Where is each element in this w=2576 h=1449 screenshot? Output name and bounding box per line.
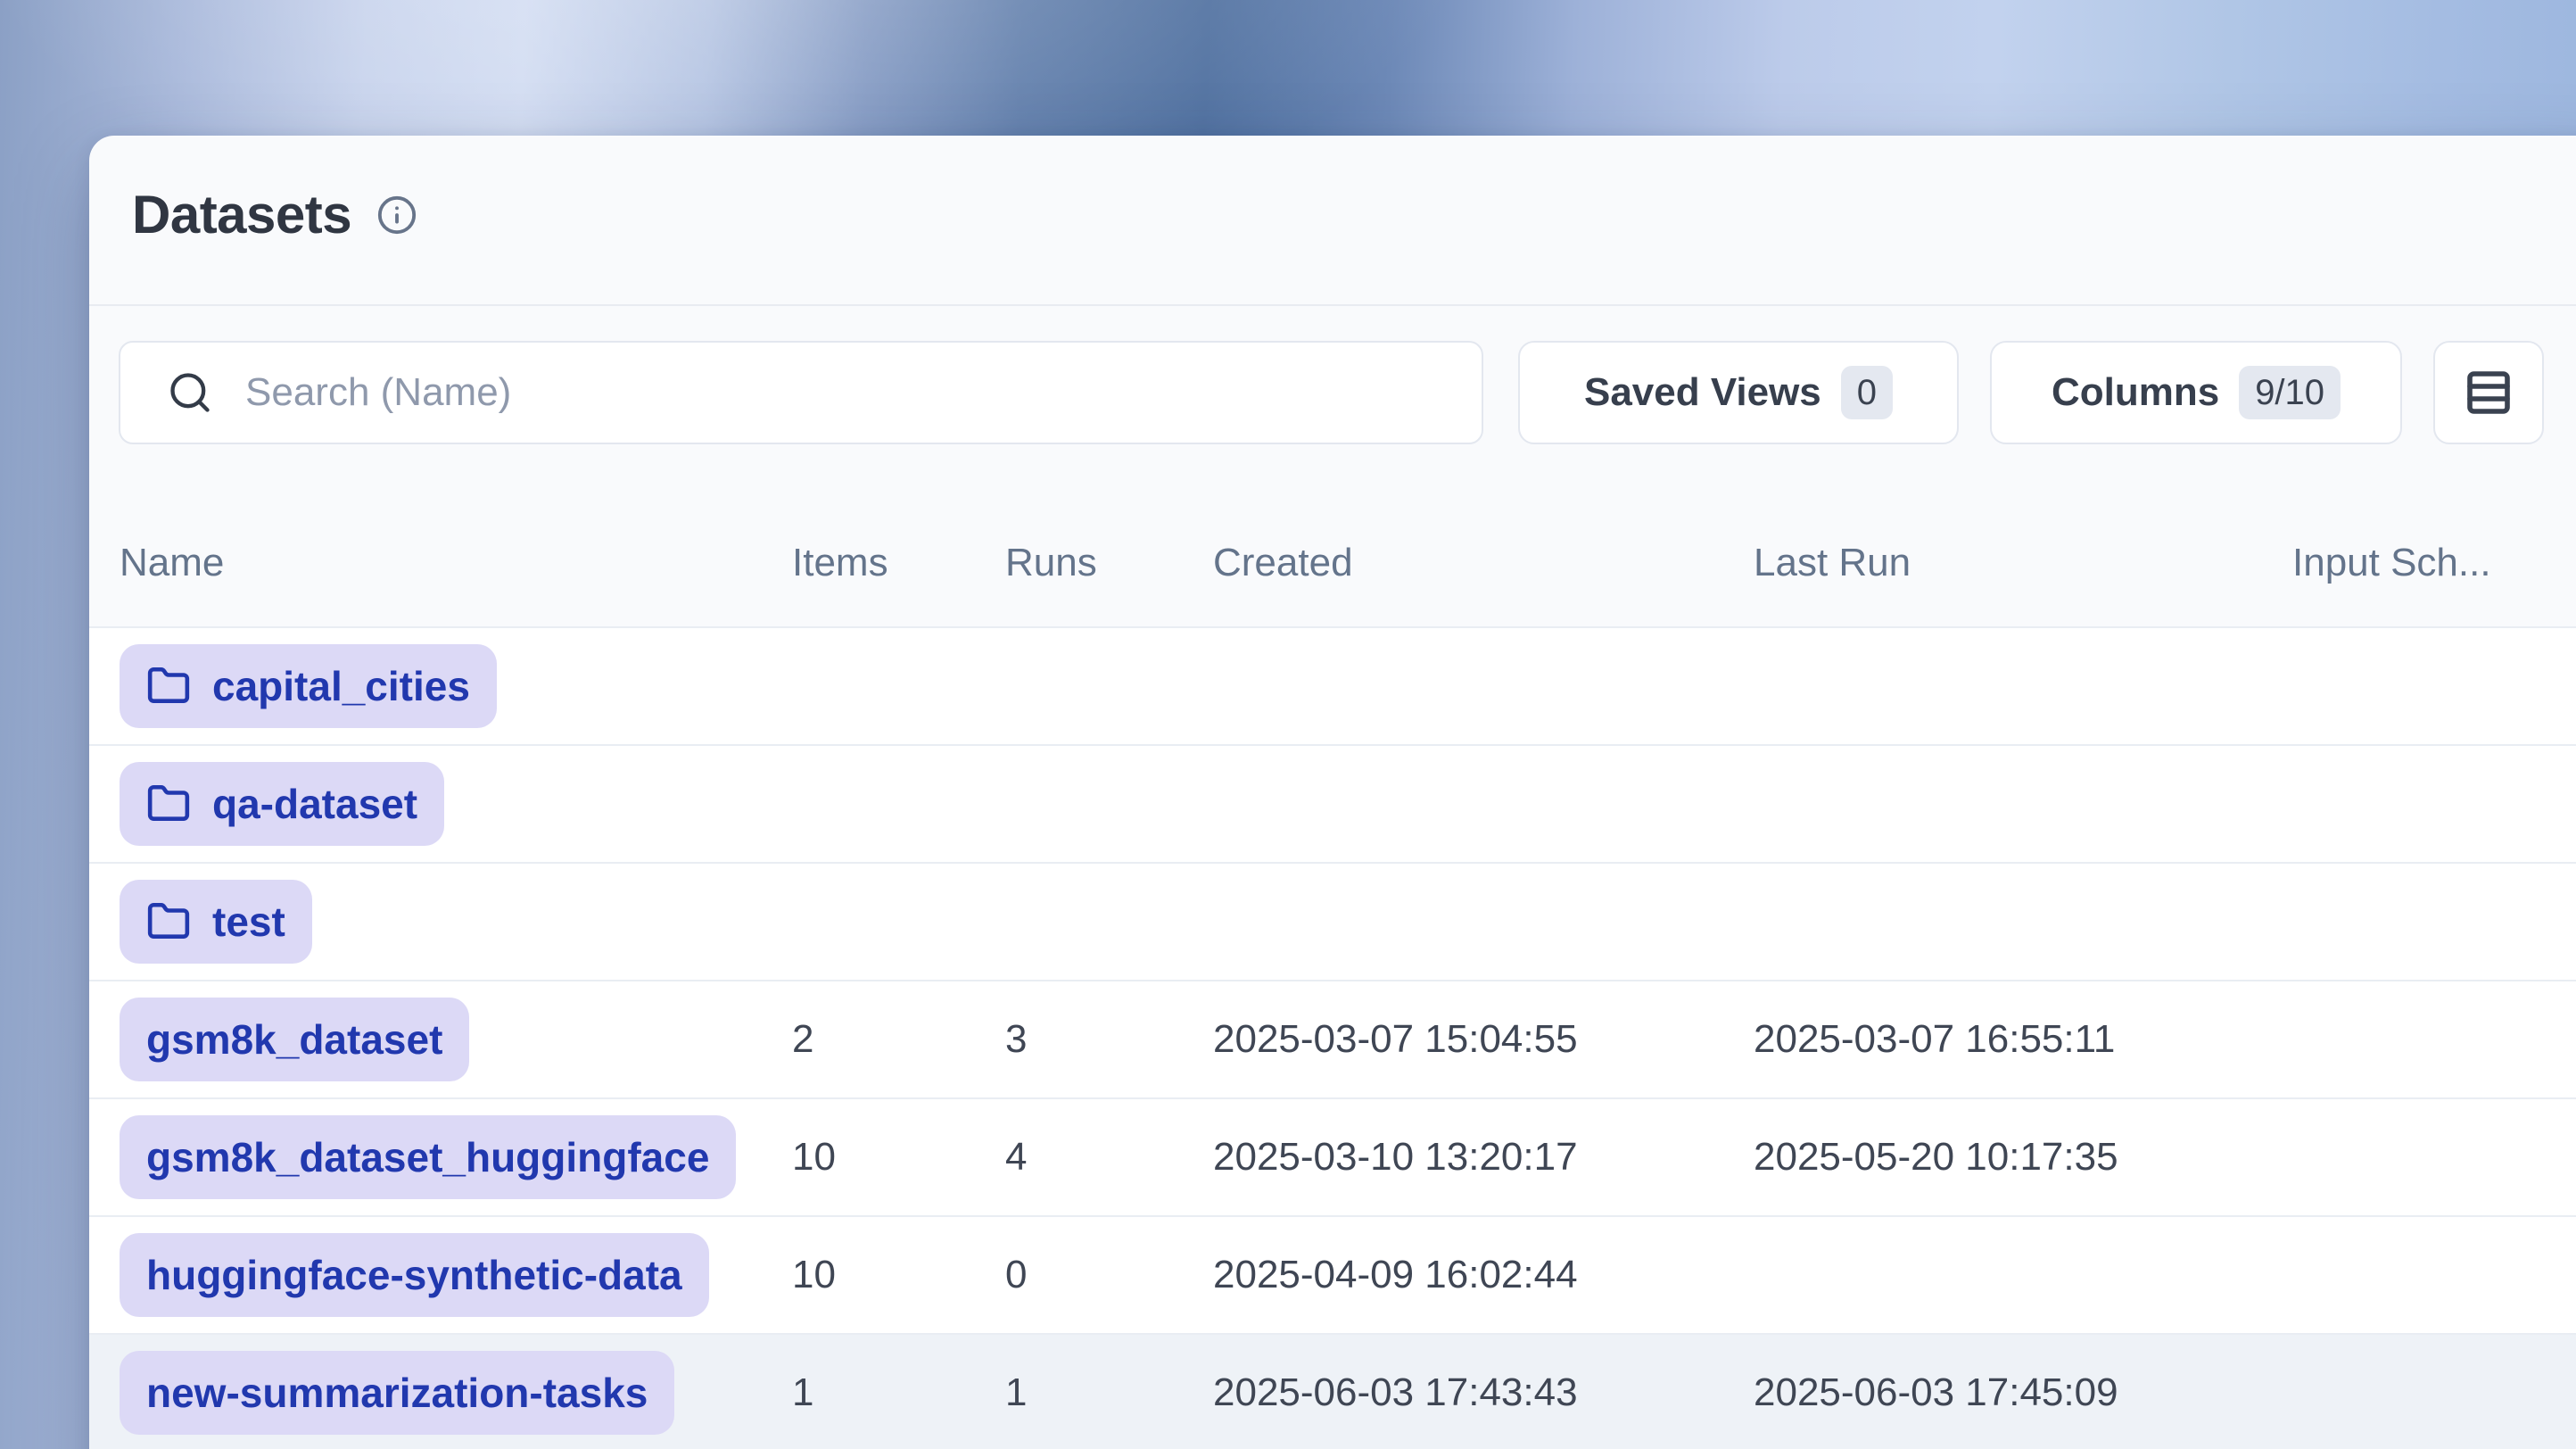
- column-header-items: Items: [792, 541, 1005, 585]
- name-cell: qa-dataset: [120, 762, 792, 846]
- column-header-created: Created: [1213, 541, 1754, 585]
- columns-label: Columns: [2052, 370, 2219, 415]
- items-cell: 10: [792, 1135, 1005, 1180]
- saved-views-label: Saved Views: [1584, 370, 1821, 415]
- folder-icon: [146, 664, 191, 708]
- header-divider: [89, 304, 2576, 306]
- dataset-name-badge[interactable]: gsm8k_dataset_huggingface: [120, 1115, 736, 1199]
- runs-cell: 3: [1005, 1017, 1213, 1062]
- name-cell: capital_cities: [120, 644, 792, 728]
- folder-icon: [146, 782, 191, 826]
- created-cell: 2025-04-09 16:02:44: [1213, 1253, 1754, 1297]
- table-row[interactable]: capital_cities: [89, 626, 2576, 744]
- items-cell: 10: [792, 1253, 1005, 1297]
- saved-views-button[interactable]: Saved Views 0: [1518, 341, 1959, 444]
- dataset-name-label: gsm8k_dataset: [146, 1015, 442, 1064]
- dataset-name-label: test: [212, 898, 285, 946]
- table-row[interactable]: gsm8k_dataset_huggingface 10 4 2025-03-1…: [89, 1097, 2576, 1215]
- name-cell: huggingface-synthetic-data: [120, 1233, 792, 1317]
- search-input[interactable]: [245, 370, 1446, 415]
- dataset-name-badge[interactable]: gsm8k_dataset: [120, 998, 469, 1081]
- created-cell: 2025-03-10 13:20:17: [1213, 1135, 1754, 1180]
- search-icon: [167, 369, 213, 416]
- column-header-runs: Runs: [1005, 541, 1213, 585]
- name-cell: gsm8k_dataset: [120, 998, 792, 1081]
- column-header-input-schema: Input Sch...: [2292, 541, 2576, 585]
- table-row[interactable]: huggingface-synthetic-data 10 0 2025-04-…: [89, 1215, 2576, 1333]
- column-header-last-run: Last Run: [1754, 541, 2292, 585]
- info-icon[interactable]: [376, 195, 417, 236]
- dataset-name-label: gsm8k_dataset_huggingface: [146, 1133, 709, 1181]
- name-cell: new-summarization-tasks: [120, 1351, 792, 1435]
- table-row[interactable]: qa-dataset: [89, 744, 2576, 862]
- created-cell: 2025-06-03 17:43:43: [1213, 1370, 1754, 1415]
- runs-cell: 1: [1005, 1370, 1213, 1415]
- runs-cell: 4: [1005, 1135, 1213, 1180]
- table-row[interactable]: gsm8k_dataset 2 3 2025-03-07 15:04:55 20…: [89, 980, 2576, 1097]
- created-cell: 2025-03-07 15:04:55: [1213, 1017, 1754, 1062]
- datasets-table: Name Items Runs Created Last Run Input S…: [89, 500, 2576, 1449]
- columns-count-badge: 9/10: [2239, 366, 2341, 419]
- items-cell: 2: [792, 1017, 1005, 1062]
- row-height-button[interactable]: [2433, 341, 2544, 444]
- saved-views-count-badge: 0: [1841, 366, 1893, 419]
- dataset-name-badge[interactable]: new-summarization-tasks: [120, 1351, 674, 1435]
- dataset-name-label: new-summarization-tasks: [146, 1369, 648, 1417]
- columns-button[interactable]: Columns 9/10: [1990, 341, 2402, 444]
- table-row[interactable]: new-summarization-tasks 1 1 2025-06-03 1…: [89, 1333, 2576, 1449]
- dataset-name-badge[interactable]: test: [120, 880, 312, 964]
- items-cell: 1: [792, 1370, 1005, 1415]
- last-run-cell: 2025-05-20 10:17:35: [1754, 1135, 2292, 1180]
- datasets-card: Datasets Saved Views 0 Columns 9/10: [89, 136, 2576, 1449]
- name-cell: test: [120, 880, 792, 964]
- name-cell: gsm8k_dataset_huggingface: [120, 1115, 792, 1199]
- table-body: capital_cities qa-dataset: [89, 626, 2576, 1449]
- dataset-name-badge[interactable]: capital_cities: [120, 644, 497, 728]
- dataset-name-label: capital_cities: [212, 662, 470, 710]
- search-box[interactable]: [119, 341, 1483, 444]
- last-run-cell: 2025-03-07 16:55:11: [1754, 1017, 2292, 1062]
- card-header: Datasets: [132, 186, 417, 244]
- dataset-name-badge[interactable]: huggingface-synthetic-data: [120, 1233, 709, 1317]
- runs-cell: 0: [1005, 1253, 1213, 1297]
- folder-icon: [146, 899, 191, 944]
- dataset-name-label: huggingface-synthetic-data: [146, 1251, 682, 1299]
- page-title: Datasets: [132, 186, 351, 244]
- dataset-name-badge[interactable]: qa-dataset: [120, 762, 444, 846]
- table-row[interactable]: test: [89, 862, 2576, 980]
- last-run-cell: 2025-06-03 17:45:09: [1754, 1370, 2292, 1415]
- dataset-name-label: qa-dataset: [212, 780, 417, 828]
- rows-icon: [2464, 368, 2514, 418]
- column-header-name: Name: [120, 541, 792, 585]
- toolbar: Saved Views 0 Columns 9/10: [119, 341, 2576, 444]
- table-header-row: Name Items Runs Created Last Run Input S…: [89, 500, 2576, 626]
